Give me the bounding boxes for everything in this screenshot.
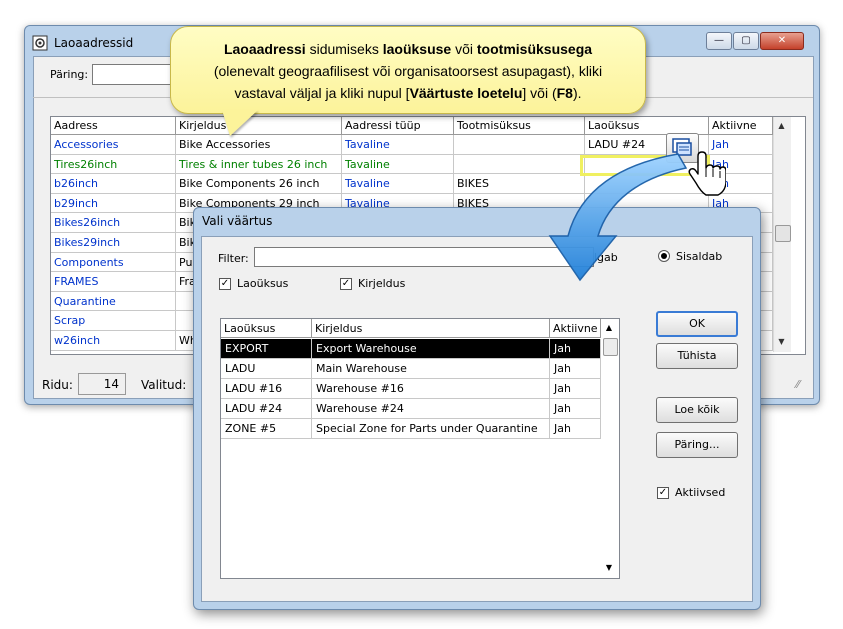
grid-cell-type[interactable]: Tavaline [342,135,454,155]
query-input[interactable] [92,64,172,85]
active-checkbox[interactable]: ✓ [657,487,669,499]
col-header-description[interactable]: Kirjeldus [176,117,342,135]
col-header-address[interactable]: Aadress [51,117,176,135]
location-checkbox[interactable]: ✓ [219,278,231,290]
grid-cell-address[interactable]: Quarantine [51,291,176,312]
scroll-down-icon[interactable]: ▼ [601,560,617,576]
dlg-cell-description[interactable]: Warehouse #24 [312,399,550,419]
scroll-thumb[interactable] [603,338,618,356]
grid-cell-address[interactable]: Bikes29inch [51,233,176,253]
grid-cell-address[interactable]: Accessories [51,135,176,155]
maximize-button[interactable]: ▢ [733,32,759,50]
grid-cell-address[interactable]: b26inch [51,174,176,194]
col-header-production-unit[interactable]: Tootmisüksus [454,117,585,135]
dlg-cell-description[interactable]: Warehouse #16 [312,379,550,399]
list-item[interactable]: EXPORT Export Warehouse Jah [221,339,601,359]
dlg-cell-active[interactable]: Jah [550,399,601,419]
grid-cell-description[interactable]: Bike Components 26 inch [176,174,342,194]
scroll-up-icon[interactable]: ▲ [773,117,790,134]
grid-cell-description[interactable]: Bike Accessories [176,135,342,155]
scroll-down-icon[interactable]: ▼ [773,333,790,350]
callout-line: (olenevalt geograafilisest või organisat… [213,63,603,79]
dlg-col-header-location[interactable]: Laoüksus [221,319,312,338]
curved-arrow-icon [548,153,688,282]
list-item[interactable]: LADU Main Warehouse Jah [221,359,601,379]
col-header-active[interactable]: Aktiivne [709,117,773,135]
grid-cell-address[interactable]: Tires26inch [51,154,176,175]
grid-cell-address[interactable]: FRAMES [51,272,176,292]
dialog-title: Vali väärtus [202,214,273,228]
callout-text-part: ). [572,85,582,101]
grid-cell-description[interactable]: Tires & inner tubes 26 inch [176,154,342,175]
dlg-cell-active[interactable]: Jah [550,379,601,399]
dlg-cell-code[interactable]: LADU #24 [221,399,312,419]
list-item[interactable]: LADU #24 Warehouse #24 Jah [221,399,601,419]
dlg-cell-code[interactable]: ZONE #5 [221,419,312,439]
grid-cell-address[interactable]: w26inch [51,331,176,351]
rows-count: 14 [78,373,126,395]
grid-cell-type[interactable]: Tavaline [342,174,454,194]
list-item[interactable]: ZONE #5 Special Zone for Parts under Quar… [221,419,601,439]
close-button[interactable]: ✕ [760,32,804,50]
app-icon [32,35,48,51]
query-label: Päring: [50,68,89,81]
dlg-cell-active[interactable]: Jah [550,359,601,379]
description-checkbox[interactable]: ✓ [340,278,352,290]
dlg-cell-active[interactable]: Jah [550,339,601,359]
query-button[interactable]: Päring... [656,432,738,458]
active-checkbox-label[interactable]: Aktiivsed [675,486,725,499]
callout-bold: Laoaadressi [223,41,306,57]
callout-bold: Väärtuste loetelu [409,85,523,101]
selected-label: Valitud: [141,378,187,392]
list-item[interactable]: LADU #16 Warehouse #16 Jah [221,379,601,399]
location-checkbox-label[interactable]: Laoüksus [237,277,288,290]
grid-cell-address[interactable]: Components [51,252,176,273]
dlg-cell-code[interactable]: LADU [221,359,312,379]
dlg-cell-description[interactable]: Export Warehouse [312,339,550,359]
dlg-col-header-active[interactable]: Aktiivne [550,319,601,338]
callout-text-part: ] või ( [522,85,557,101]
callout-bold: laoüksuse [382,41,452,57]
load-all-button[interactable]: Loe kõik [656,397,738,423]
grid-cell-address[interactable]: Scrap [51,311,176,331]
dlg-cell-code[interactable]: EXPORT [221,339,312,359]
callout-text-part: vastaval väljal ja kliki nupul [ [234,85,410,101]
callout-text: Laoaadressi sidumiseks laoüksuse või too… [180,38,636,104]
callout-bold: tootmisüksusega [476,41,593,57]
grid-cell-address[interactable]: b29inch [51,193,176,214]
rows-label: Ridu: [42,378,73,392]
callout-tail [222,110,258,136]
dlg-cell-description[interactable]: Main Warehouse [312,359,550,379]
ok-button[interactable]: OK [656,311,738,337]
dlg-cell-code[interactable]: LADU #16 [221,379,312,399]
callout-text-part: või [451,41,477,57]
col-header-address-type[interactable]: Aadressi tüüp [342,117,454,135]
minimize-button[interactable]: — [706,32,732,50]
dlg-col-header-description[interactable]: Kirjeldus [312,319,550,338]
callout-bold: F8 [556,85,573,101]
window-title: Laoaadressid [54,36,134,50]
dlg-cell-description[interactable]: Special Zone for Parts under Quarantine [312,419,550,439]
scroll-up-icon[interactable]: ▲ [601,320,617,336]
description-checkbox-label[interactable]: Kirjeldus [358,277,405,290]
grid-cell-address[interactable]: Bikes26inch [51,213,176,233]
value-grid: Laoüksus Kirjeldus Aktiivne EXPORT Export… [220,318,620,579]
dlg-cell-active[interactable]: Jah [550,419,601,439]
scroll-thumb[interactable] [775,225,791,242]
filter-label: Filter: [218,252,249,265]
grid-cell-type[interactable]: Tavaline [342,154,454,175]
resize-grip-icon[interactable]: ⁄⁄ [796,378,800,391]
callout-text-part: sidumiseks [305,41,383,57]
cancel-button[interactable]: Tühista [656,343,738,369]
